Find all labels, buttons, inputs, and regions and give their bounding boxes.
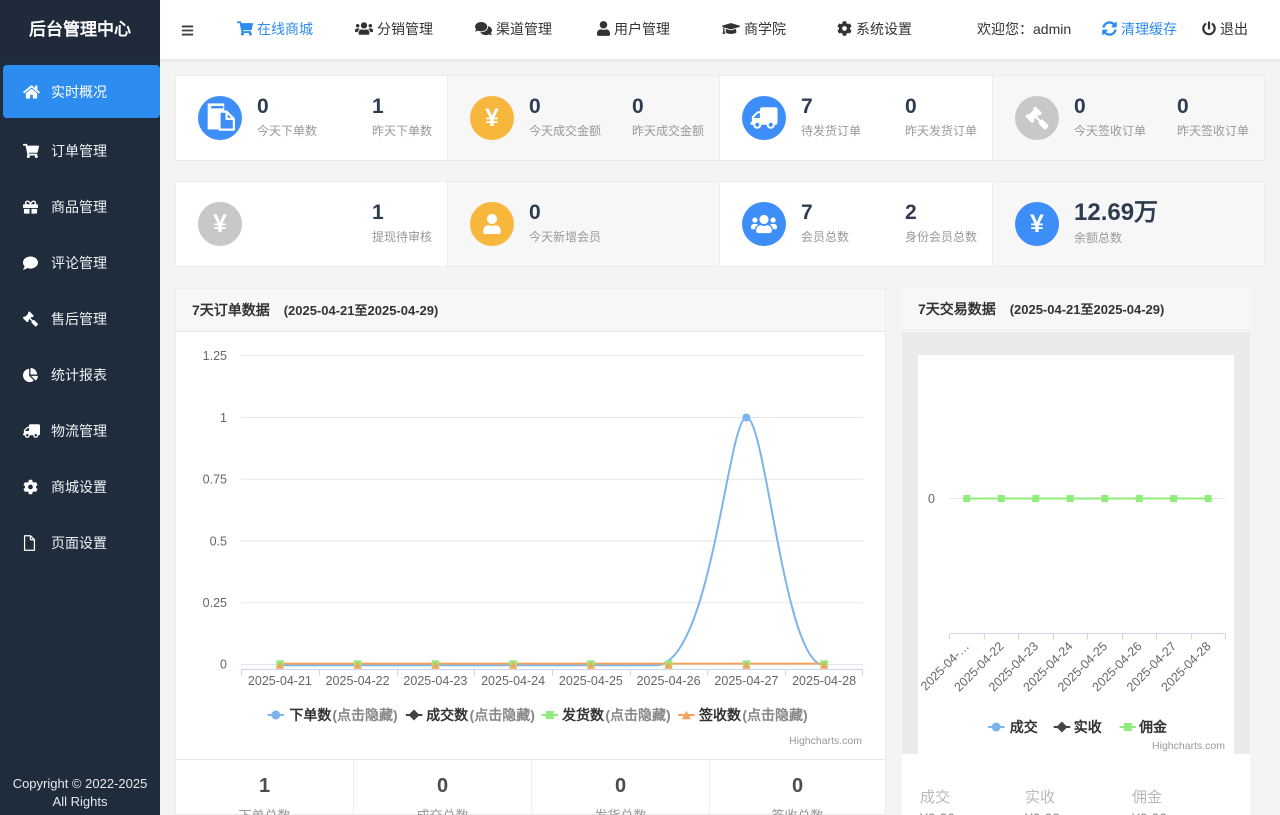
svg-text:1.25: 1.25 [203, 349, 227, 363]
svg-text:(点击隐藏): (点击隐藏) [332, 707, 397, 723]
svg-text:(点击隐藏): (点击隐藏) [470, 707, 535, 723]
svg-text:1: 1 [220, 411, 227, 425]
svg-text:实收: 实收 [1074, 719, 1103, 735]
svg-text:成交: 成交 [1010, 719, 1038, 735]
svg-text:2025-04-21: 2025-04-21 [248, 674, 312, 688]
svg-text:Highcharts.com: Highcharts.com [789, 735, 862, 747]
svg-text:0.5: 0.5 [210, 535, 227, 549]
svg-text:签收数: 签收数 [698, 707, 742, 723]
svg-text:2025-04-26: 2025-04-26 [637, 674, 701, 688]
svg-text:佣金: 佣金 [1138, 719, 1168, 735]
svg-text:Highcharts.com: Highcharts.com [1152, 740, 1225, 752]
svg-text:(点击隐藏): (点击隐藏) [605, 707, 670, 723]
svg-text:2025-04-27: 2025-04-27 [714, 674, 778, 688]
svg-text:发货数: 发货数 [561, 707, 605, 723]
svg-text:2025-04-24: 2025-04-24 [481, 674, 545, 688]
svg-text:2025-04-23: 2025-04-23 [403, 674, 467, 688]
svg-text:2025-04-25: 2025-04-25 [559, 674, 623, 688]
svg-text:0.75: 0.75 [203, 473, 227, 487]
svg-text:0: 0 [220, 658, 227, 672]
svg-text:2025-04-22: 2025-04-22 [326, 674, 390, 688]
svg-text:0: 0 [928, 492, 935, 506]
svg-text:成交数: 成交数 [426, 707, 469, 723]
svg-text:下单数: 下单数 [289, 707, 332, 723]
svg-text:2025-04-28: 2025-04-28 [792, 674, 856, 688]
svg-text:(点击隐藏): (点击隐藏) [742, 707, 807, 723]
svg-text:0.25: 0.25 [203, 596, 227, 610]
